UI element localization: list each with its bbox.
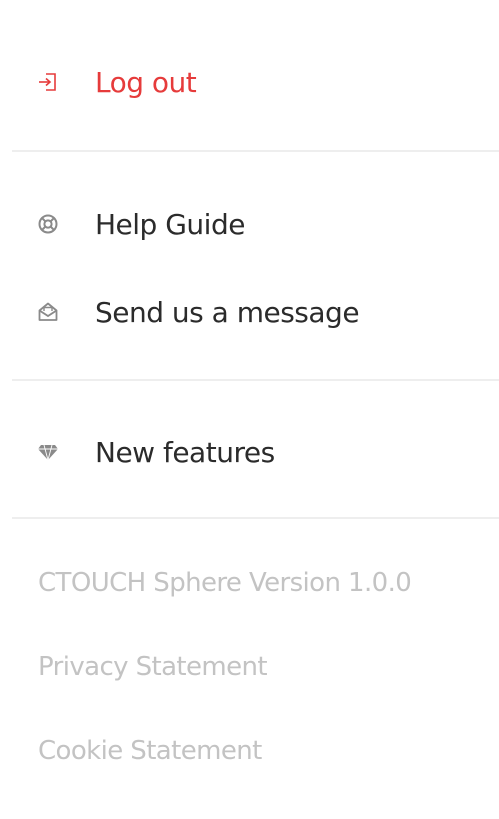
- help-guide-menu-item[interactable]: Help Guide: [0, 196, 499, 252]
- lifebuoy-icon: [36, 212, 60, 236]
- divider: [12, 379, 499, 381]
- cookie-statement-link[interactable]: Cookie Statement: [38, 736, 262, 766]
- privacy-statement-link[interactable]: Privacy Statement: [38, 652, 268, 682]
- divider: [12, 517, 499, 519]
- diamond-icon: [36, 440, 60, 464]
- version-text: CTOUCH Sphere Version 1.0.0: [38, 568, 412, 598]
- envelope-icon: [36, 300, 60, 324]
- send-message-menu-item[interactable]: Send us a message: [0, 284, 499, 340]
- divider: [12, 150, 499, 152]
- help-guide-label: Help Guide: [95, 207, 245, 241]
- new-features-label: New features: [95, 435, 275, 469]
- logout-icon: [36, 70, 60, 94]
- new-features-menu-item[interactable]: New features: [0, 424, 499, 480]
- logout-menu-item[interactable]: Log out: [0, 54, 499, 110]
- logout-label: Log out: [95, 65, 197, 99]
- send-message-label: Send us a message: [95, 295, 360, 329]
- user-menu: Log out Help Guide Send us a message New…: [0, 0, 499, 819]
